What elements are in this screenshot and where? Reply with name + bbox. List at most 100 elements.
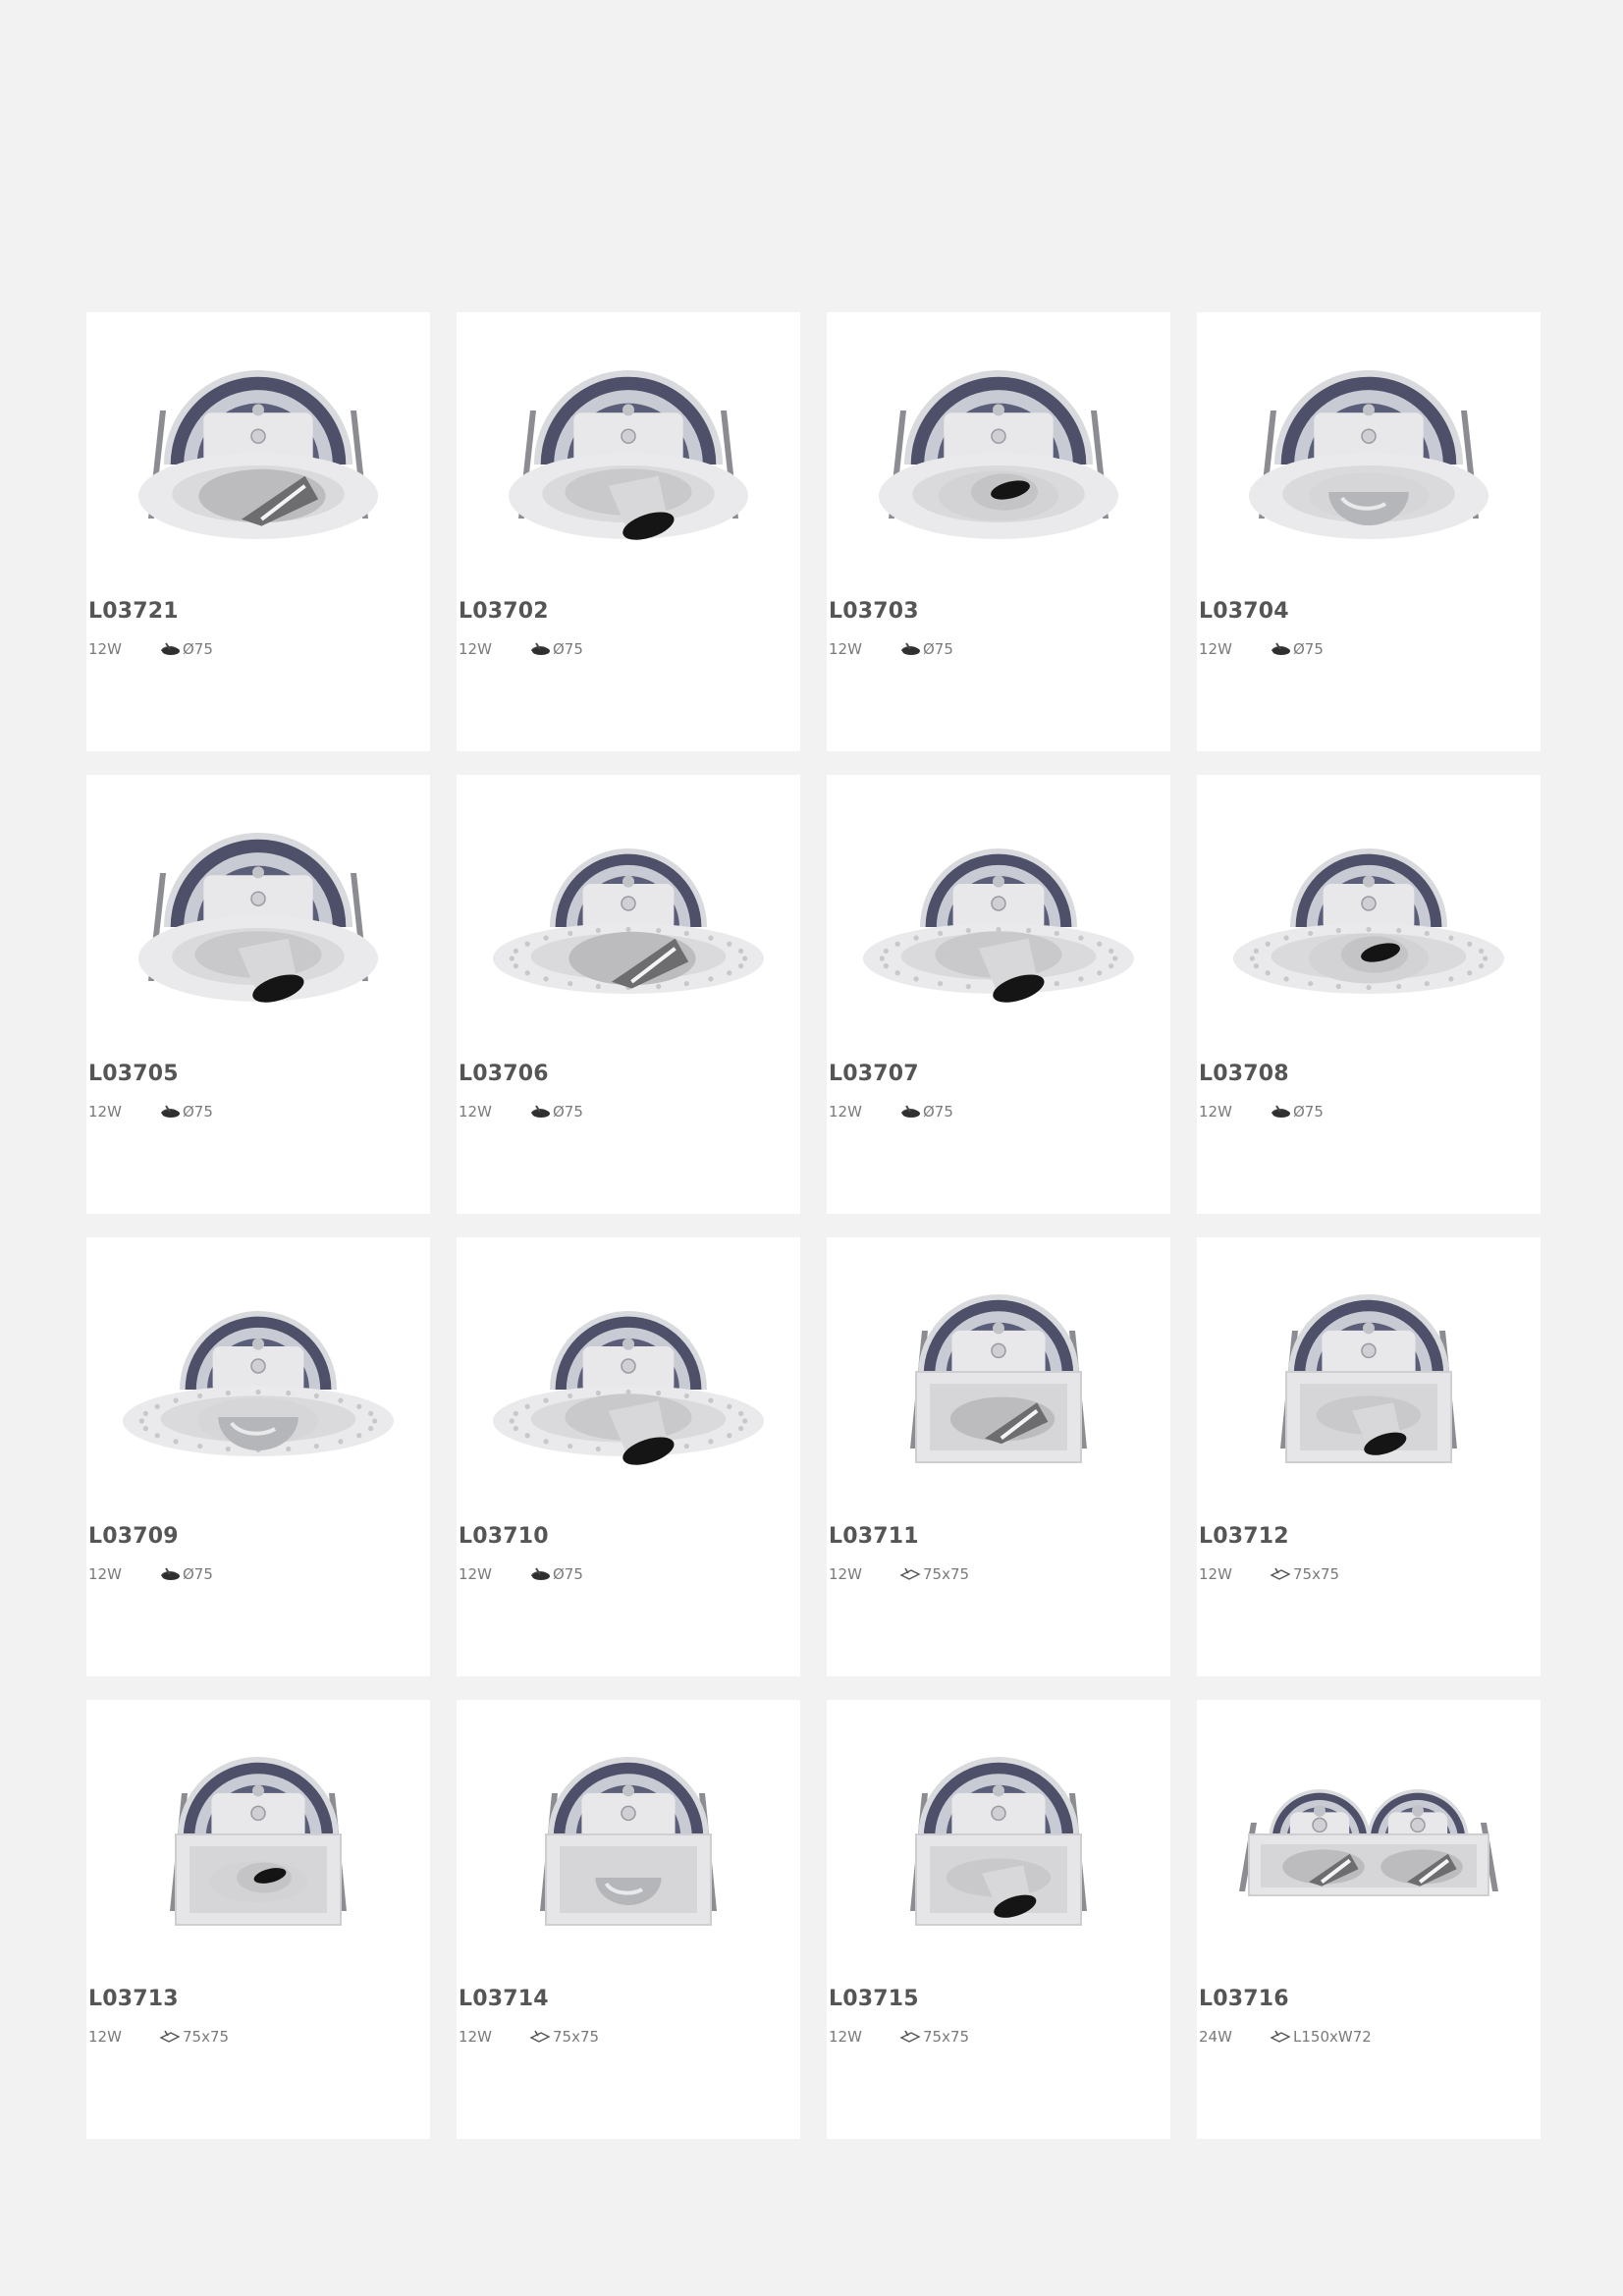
product-code: L03707 [829,1062,919,1086]
product-photo [1221,1724,1516,1931]
power-rating: 12W [1199,1565,1232,1583]
power-rating: 12W [1199,1103,1232,1121]
cutout-spec: Ø75 [1270,1103,1324,1121]
cutout-spec: 75x75 [529,2028,599,2046]
product-card[interactable]: L03715 12W 75x75 [827,1700,1170,2139]
product-photo [851,799,1146,1006]
product-photo [111,1262,406,1468]
product-photo [481,799,776,1006]
cutout-spec: 75x75 [899,2028,969,2046]
product-card[interactable]: L03713 12W 75x75 [86,1700,430,2139]
cutout-icon [529,1104,551,1120]
cutout-spec: Ø75 [899,1103,953,1121]
cutout-icon [529,1566,551,1582]
cutout-value: Ø75 [553,1565,583,1583]
product-card[interactable]: L03716 24W L150xW72 [1197,1700,1541,2139]
cutout-spec: Ø75 [1270,640,1324,658]
cutout-icon [159,641,181,657]
product-photo [111,337,406,543]
power-rating: 12W [88,1103,122,1121]
cutout-icon [1270,641,1291,657]
product-code: L03702 [459,599,549,624]
cutout-spec: 75x75 [899,1565,969,1583]
product-photo [111,799,406,1006]
product-specs: 12W Ø75 [1199,640,1324,658]
product-code: L03709 [88,1524,179,1549]
cutout-value: 75x75 [1293,1565,1340,1583]
cutout-spec: 75x75 [159,2028,229,2046]
product-card[interactable]: L03712 12W 75x75 [1197,1237,1541,1676]
product-card[interactable]: L03704 12W Ø75 [1197,312,1541,751]
cutout-icon [159,1566,181,1582]
cutout-spec: Ø75 [529,640,583,658]
cutout-value: Ø75 [923,640,953,658]
product-card[interactable]: L03709 12W Ø75 [86,1237,430,1676]
product-photo [1221,799,1516,1006]
product-card[interactable]: L03705 12W Ø75 [86,775,430,1214]
cutout-icon [899,641,921,657]
product-photo [851,337,1146,543]
product-specs: 12W 75x75 [459,2028,599,2046]
product-specs: 12W 75x75 [88,2028,229,2046]
power-rating: 12W [88,640,122,658]
cutout-value: Ø75 [923,1103,953,1121]
cutout-value: L150xW72 [1293,2028,1372,2046]
product-card[interactable]: L03708 12W Ø75 [1197,775,1541,1214]
product-card[interactable]: L03710 12W Ø75 [457,1237,800,1676]
cutout-value: 75x75 [183,2028,230,2046]
cutout-icon [899,2029,921,2045]
cutout-value: Ø75 [183,1103,213,1121]
cutout-value: 75x75 [923,2028,970,2046]
power-rating: 12W [88,1565,122,1583]
product-specs: 12W Ø75 [88,1103,213,1121]
product-specs: 12W Ø75 [459,1103,583,1121]
cutout-icon [899,1566,921,1582]
product-specs: 12W Ø75 [88,1565,213,1583]
cutout-value: 75x75 [923,1565,970,1583]
power-rating: 12W [459,1565,492,1583]
cutout-icon [529,641,551,657]
power-rating: 12W [459,2028,492,2046]
power-rating: 12W [88,2028,122,2046]
product-code: L03705 [88,1062,179,1086]
power-rating: 12W [459,640,492,658]
product-code: L03711 [829,1524,919,1549]
power-rating: 12W [829,640,862,658]
product-photo [481,1262,776,1468]
product-code: L03710 [459,1524,549,1549]
product-code: L03721 [88,599,179,624]
product-specs: 12W Ø75 [459,1565,583,1583]
product-card[interactable]: L03703 12W Ø75 [827,312,1170,751]
cutout-icon [159,1104,181,1120]
product-code: L03714 [459,1987,549,2011]
product-specs: 12W 75x75 [829,2028,969,2046]
cutout-icon [529,2029,551,2045]
product-grid: L03721 12W Ø75 L03702 12W Ø75 L03703 12W Ø75 L037… [86,312,1541,2139]
product-card[interactable]: L03714 12W 75x75 [457,1700,800,2139]
power-rating: 12W [829,1565,862,1583]
product-card[interactable]: L03707 12W Ø75 [827,775,1170,1214]
cutout-value: Ø75 [183,1565,213,1583]
product-card[interactable]: L03706 12W Ø75 [457,775,800,1214]
cutout-icon [159,2029,181,2045]
cutout-value: Ø75 [553,1103,583,1121]
product-card[interactable]: L03702 12W Ø75 [457,312,800,751]
product-specs: 12W Ø75 [88,640,213,658]
product-specs: 12W 75x75 [829,1565,969,1583]
power-rating: 24W [1199,2028,1232,2046]
cutout-spec: 75x75 [1270,1565,1339,1583]
product-specs: 12W Ø75 [829,640,953,658]
product-card[interactable]: L03711 12W 75x75 [827,1237,1170,1676]
power-rating: 12W [1199,640,1232,658]
product-photo [481,337,776,543]
cutout-icon [1270,1104,1291,1120]
product-code: L03716 [1199,1987,1289,2011]
product-card[interactable]: L03721 12W Ø75 [86,312,430,751]
product-code: L03706 [459,1062,549,1086]
product-specs: 12W Ø75 [459,640,583,658]
product-specs: 12W Ø75 [1199,1103,1324,1121]
cutout-value: Ø75 [1293,640,1324,658]
cutout-spec: Ø75 [159,640,213,658]
product-photo [1221,337,1516,543]
power-rating: 12W [459,1103,492,1121]
